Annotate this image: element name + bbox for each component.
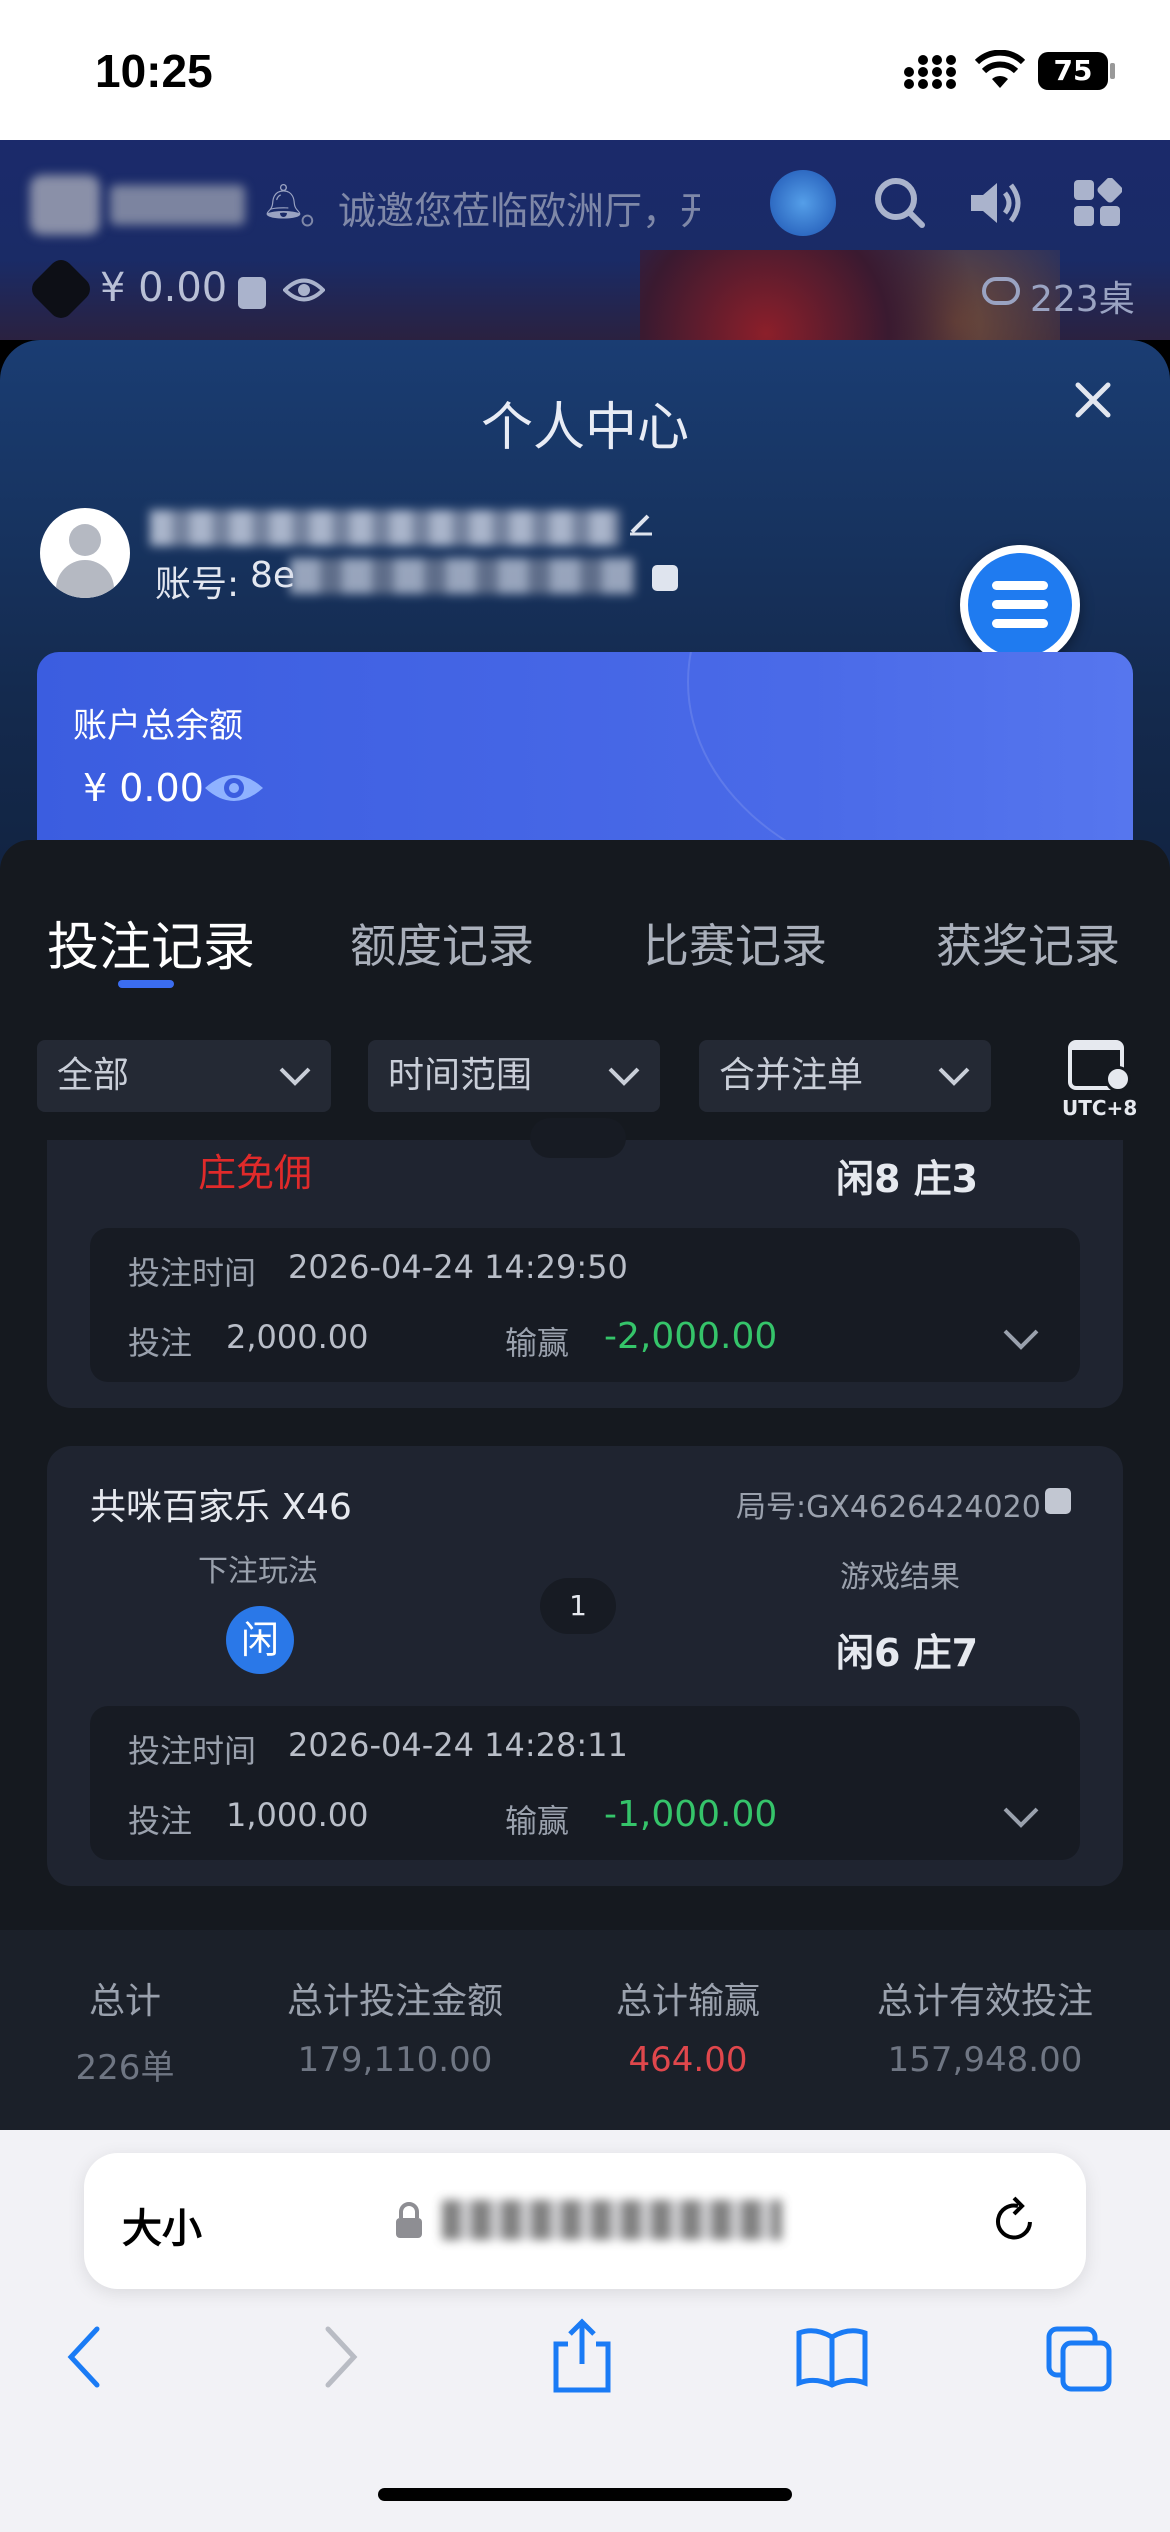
- back-icon[interactable]: [65, 2325, 105, 2389]
- bookmarks-icon[interactable]: [795, 2325, 869, 2389]
- floating-menu-button[interactable]: [960, 545, 1080, 665]
- reload-icon[interactable]: [990, 2192, 1040, 2246]
- hamburger-icon: [992, 581, 1048, 629]
- balance-eye-icon[interactable]: [202, 766, 266, 810]
- record-result: 闲8 庄3: [836, 1157, 979, 1201]
- tab-credit-records[interactable]: 额度记录: [350, 910, 534, 976]
- status-time: 10:25: [95, 45, 213, 97]
- url-blurred: [442, 2200, 782, 2240]
- eye-icon[interactable]: [283, 275, 325, 305]
- winloss-label: 输赢: [505, 1324, 570, 1362]
- balance-card-decoration: [687, 652, 1133, 852]
- game-name: 共咪百家乐 X46: [90, 1487, 352, 1528]
- wifi-icon: [975, 50, 1025, 88]
- bell-icon: 🔔︎: [262, 182, 306, 222]
- winloss-amount: -1,000.00: [604, 1794, 778, 1835]
- avatar-body: [56, 560, 114, 598]
- grid-menu-icon[interactable]: [1072, 178, 1122, 228]
- bet-time: 2026-04-24 14:28:11: [288, 1726, 628, 1764]
- chevron-down-icon: [279, 1067, 311, 1086]
- speaker-icon[interactable]: [965, 175, 1025, 231]
- tab-bet-records[interactable]: 投注记录: [47, 905, 255, 980]
- filter-all-label: 全部: [57, 1055, 130, 1096]
- account-prefix: 8e: [250, 555, 296, 596]
- summary-value: 464.00: [628, 2040, 748, 2080]
- bet-label: 投注: [128, 1802, 193, 1840]
- tables-count: 223桌: [1030, 279, 1135, 320]
- battery-cap: [1110, 63, 1115, 79]
- filter-time-range-label: 时间范围: [388, 1055, 533, 1096]
- planet-icon[interactable]: [770, 170, 836, 236]
- summary-value: 179,110.00: [297, 2040, 493, 2080]
- search-icon[interactable]: [872, 175, 928, 231]
- play-badge: 闲: [226, 1606, 294, 1674]
- edit-icon[interactable]: [628, 510, 654, 536]
- play-badge-label: 闲: [240, 1618, 279, 1662]
- copy-icon[interactable]: [652, 565, 678, 591]
- play-label: 下注玩法: [198, 1554, 318, 1589]
- balance-label: 账户总余额: [73, 706, 243, 746]
- time-label: 投注时间: [128, 1254, 257, 1292]
- round-number: 局号:GX4626424020: [736, 1490, 1041, 1525]
- count-bubble: 1: [540, 1578, 616, 1634]
- tabs-icon[interactable]: [1045, 2325, 1115, 2395]
- wallet-icon[interactable]: [238, 277, 266, 309]
- winloss-amount: -2,000.00: [604, 1316, 778, 1357]
- status-bar: 10:25 75: [0, 0, 1170, 140]
- summary-label: 总计输赢: [615, 1981, 760, 2022]
- count-bubble: [530, 1118, 626, 1158]
- nickname-blurred: [150, 510, 620, 546]
- record-result: 闲6 庄7: [836, 1631, 979, 1675]
- user-avatar-blurred: [30, 175, 100, 235]
- bet-amount: 1,000.00: [226, 1796, 369, 1834]
- count-value: 1: [569, 1589, 587, 1622]
- avatar-head: [69, 524, 101, 556]
- home-indicator: [378, 2488, 792, 2501]
- text-size-button[interactable]: 大小: [122, 2196, 202, 2254]
- expand-chevron-icon[interactable]: [1002, 1806, 1040, 1828]
- username-blurred: [110, 185, 245, 225]
- summary-value: 157,948.00: [887, 2040, 1083, 2080]
- active-tab-indicator: [118, 980, 174, 988]
- bet-time: 2026-04-24 14:29:50: [288, 1248, 628, 1286]
- header-balance: ¥ 0.00: [100, 265, 228, 311]
- time-label: 投注时间: [128, 1732, 257, 1770]
- expand-chevron-icon[interactable]: [1002, 1328, 1040, 1350]
- account-number-blurred: [290, 558, 635, 594]
- account-label: 账号:: [155, 564, 240, 605]
- chevron-down-icon: [608, 1067, 640, 1086]
- summary-label: 总计投注金额: [286, 1981, 503, 2022]
- clock-badge: [1105, 1066, 1131, 1092]
- balance-amount: ¥ 0.00: [83, 766, 204, 810]
- shield-avatar-icon: [27, 255, 95, 323]
- bet-amount: 2,000.00: [226, 1318, 369, 1356]
- result-label: 游戏结果: [840, 1560, 960, 1595]
- winloss-label: 输赢: [505, 1802, 570, 1840]
- summary-value: 226单: [75, 2048, 175, 2088]
- tables-icon: [982, 277, 1020, 305]
- timezone-label: UTC+8: [1062, 1096, 1138, 1120]
- summary-label: 总计: [88, 1981, 161, 2022]
- bet-label: 投注: [128, 1324, 193, 1362]
- signal-icon: [904, 55, 956, 89]
- chevron-down-icon: [938, 1067, 970, 1086]
- balance-card: 账户总余额 ¥ 0.00: [37, 652, 1133, 852]
- app-header: 🔔︎ 。诚邀您莅临欧洲厅，开 ¥ 0.00 223桌: [0, 140, 1170, 340]
- copy-round-icon[interactable]: [1045, 1488, 1071, 1514]
- avatar[interactable]: [40, 508, 130, 598]
- lock-icon: [396, 2202, 422, 2238]
- tab-prize-records[interactable]: 获奖记录: [936, 910, 1120, 976]
- battery-icon: 75: [1038, 52, 1108, 90]
- record-bet-type: 庄免佣: [198, 1151, 313, 1195]
- filter-merge-label: 合并注单: [719, 1055, 864, 1096]
- summary-footer: [0, 1930, 1170, 2130]
- marquee-text: 。诚邀您莅临欧洲厅，开: [300, 189, 700, 233]
- summary-label: 总计有效投注: [876, 1981, 1093, 2022]
- close-icon[interactable]: [1075, 382, 1111, 418]
- panel-title: 个人中心: [480, 398, 689, 458]
- tab-match-records[interactable]: 比赛记录: [643, 910, 827, 976]
- share-icon[interactable]: [550, 2318, 614, 2394]
- forward-icon[interactable]: [320, 2325, 360, 2389]
